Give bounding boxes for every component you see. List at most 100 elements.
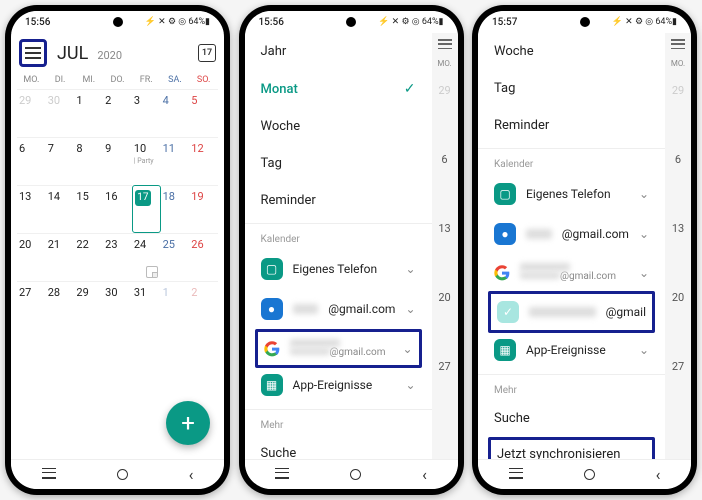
calendar-day[interactable]: 11 xyxy=(161,137,190,185)
blurred-email xyxy=(526,229,552,239)
account-app-events[interactable]: ▦ App-Ereignisse ⌄ xyxy=(478,330,665,370)
menu-icon[interactable] xyxy=(438,39,452,49)
account-samsung[interactable]: ● @gmail.com ⌄ xyxy=(478,214,665,254)
calendar-day[interactable]: 28 xyxy=(46,281,75,329)
calendar-day[interactable]: 26 xyxy=(189,233,218,281)
calendar-day[interactable]: 30 xyxy=(46,89,75,137)
back-button[interactable]: ‹ xyxy=(656,465,661,484)
menu-button-highlight xyxy=(19,39,47,67)
view-jahr[interactable]: Jahr xyxy=(245,33,432,70)
calendar-day[interactable]: 29 xyxy=(74,281,103,329)
account-samsung[interactable]: ● @gmail.com ⌄ xyxy=(245,289,432,329)
chevron-down-icon: ⌄ xyxy=(639,187,649,201)
account-app-events[interactable]: ▦ App-Ereignisse ⌄ xyxy=(245,365,432,405)
today-button[interactable]: 17 xyxy=(198,44,216,62)
calendar-day[interactable]: 12 xyxy=(189,137,218,185)
calendar-day[interactable]: 10| Party xyxy=(132,137,161,185)
view-woche[interactable]: Woche xyxy=(478,33,665,70)
nav-drawer[interactable]: Woche Tag Reminder Kalender ▢ Eigenes Te… xyxy=(478,33,665,459)
calendar-day[interactable]: 19 xyxy=(189,185,218,233)
view-tag[interactable]: Tag xyxy=(245,145,432,182)
calendar-day[interactable]: 14 xyxy=(46,185,75,233)
blurred-email xyxy=(520,263,570,271)
calendar-day[interactable]: 2 xyxy=(103,89,132,137)
home-button[interactable] xyxy=(117,469,128,480)
recents-button[interactable] xyxy=(275,472,289,478)
highlighted-sub-calendar: ✓ @gmail xyxy=(488,291,655,333)
calendar-day[interactable]: 17 xyxy=(132,185,161,233)
calendar-day[interactable]: 1 xyxy=(74,89,103,137)
account-phone[interactable]: ▢ Eigenes Telefon ⌄ xyxy=(245,249,432,289)
system-navbar: ‹ xyxy=(478,459,691,489)
calendar-day[interactable]: 7 xyxy=(46,137,75,185)
menu-suche[interactable]: Suche xyxy=(478,400,665,437)
chevron-down-icon: ⌄ xyxy=(402,342,412,356)
calendar-day[interactable]: 20 xyxy=(17,233,46,281)
calendar-day[interactable]: 1 xyxy=(161,281,190,329)
month-label[interactable]: JUL xyxy=(57,43,88,64)
calendar-day[interactable]: 2 xyxy=(189,281,218,329)
phone-frame-3: 15:57 ⚡ ✕ ⚙ ◎ 64%▮ Woche Tag Reminder Ka… xyxy=(472,5,697,495)
view-woche[interactable]: Woche xyxy=(245,108,432,145)
calendar-color-icon: ✓ xyxy=(497,301,519,323)
calendar-day[interactable]: 8 xyxy=(74,137,103,185)
calendar-day[interactable]: 31 xyxy=(132,281,161,329)
calendar-day[interactable]: 13 xyxy=(17,185,46,233)
back-button[interactable]: ‹ xyxy=(189,465,194,484)
calendar-day[interactable]: 9 xyxy=(103,137,132,185)
status-time: 15:57 xyxy=(492,17,517,28)
calendar-peek: MO. 29 6 13 20 27 xyxy=(432,33,458,459)
recents-button[interactable] xyxy=(42,472,56,478)
home-button[interactable] xyxy=(584,469,595,480)
calendar-day[interactable]: 5 xyxy=(189,89,218,137)
account-google[interactable]: @gmail.com ⌄ xyxy=(258,332,419,365)
calendar-day[interactable]: 22 xyxy=(74,233,103,281)
section-kalender: Kalender xyxy=(478,148,665,174)
menu-sync[interactable]: Jetzt synchronisieren xyxy=(491,440,652,459)
menu-suche[interactable]: Suche xyxy=(245,435,432,459)
phone-frame-1: 15:56 ⚡ ✕ ⚙ ◎ 64%▮ JUL 2020 17 MO.DI.MI.… xyxy=(5,5,230,495)
view-monat-label: Monat xyxy=(261,82,298,97)
calendar-day[interactable]: 4 xyxy=(161,89,190,137)
view-reminder[interactable]: Reminder xyxy=(478,107,665,144)
sub-calendar-item[interactable]: ✓ @gmail xyxy=(491,294,652,330)
view-monat[interactable]: Monat ✓ xyxy=(245,70,432,108)
weekday-label: SA. xyxy=(161,75,190,85)
calendar-day[interactable]: 23 xyxy=(103,233,132,281)
view-tag[interactable]: Tag xyxy=(478,70,665,107)
calendar-peek: MO. 29 6 13 20 27 xyxy=(665,33,691,459)
chevron-down-icon: ⌄ xyxy=(639,343,649,357)
calendar-day[interactable]: 27 xyxy=(17,281,46,329)
calendar-day[interactable]: 3 xyxy=(132,89,161,137)
year-label: 2020 xyxy=(97,49,122,62)
recents-button[interactable] xyxy=(509,472,523,478)
calendar-day[interactable]: 16 xyxy=(103,185,132,233)
view-reminder[interactable]: Reminder xyxy=(245,182,432,219)
calendar-day[interactable]: 6 xyxy=(17,137,46,185)
calendar-day[interactable]: 24 xyxy=(132,233,161,281)
menu-icon[interactable] xyxy=(25,47,41,59)
status-icons: ⚡ ✕ ⚙ ◎ 64%▮ xyxy=(378,17,443,27)
add-event-button[interactable]: + xyxy=(166,401,210,445)
weekday-label: MI. xyxy=(74,75,103,85)
menu-icon[interactable] xyxy=(671,39,685,49)
weekday-label: FR. xyxy=(132,75,161,85)
calendar-day[interactable]: 29 xyxy=(17,89,46,137)
chevron-down-icon: ⌄ xyxy=(405,262,415,276)
samsung-icon: ● xyxy=(494,223,516,245)
calendar-day[interactable]: 21 xyxy=(46,233,75,281)
calendar-grid[interactable]: 293012345678910| Party111213141516171819… xyxy=(11,89,224,329)
account-phone[interactable]: ▢ Eigenes Telefon ⌄ xyxy=(478,174,665,214)
calendar-day[interactable]: 15 xyxy=(74,185,103,233)
phone-frame-2: 15:56 ⚡ ✕ ⚙ ◎ 64%▮ Jahr Monat ✓ Woche Ta… xyxy=(239,5,464,495)
calendar-day[interactable]: 18 xyxy=(161,185,190,233)
account-google[interactable]: @gmail.com ⌄ xyxy=(478,254,665,291)
screen-3: 15:57 ⚡ ✕ ⚙ ◎ 64%▮ Woche Tag Reminder Ka… xyxy=(478,11,691,489)
home-button[interactable] xyxy=(350,469,361,480)
section-kalender: Kalender xyxy=(245,223,432,249)
email-suffix: @gmail.com xyxy=(328,302,395,316)
back-button[interactable]: ‹ xyxy=(422,465,427,484)
nav-drawer[interactable]: Jahr Monat ✓ Woche Tag Reminder Kalender… xyxy=(245,33,432,459)
calendar-day[interactable]: 30 xyxy=(103,281,132,329)
calendar-day[interactable]: 25 xyxy=(161,233,190,281)
